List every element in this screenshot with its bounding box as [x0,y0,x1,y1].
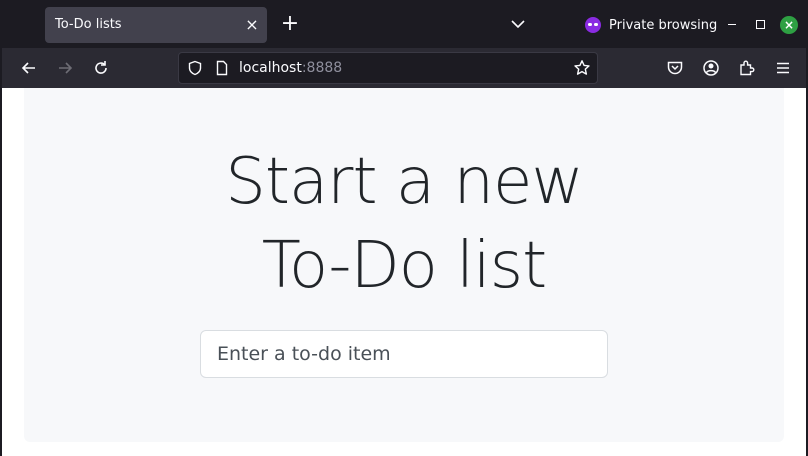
page-content: Start a new To-Do list [2,88,806,456]
extensions-button[interactable] [733,54,761,82]
minimize-icon[interactable] [728,24,736,25]
page-info-icon[interactable] [214,60,230,76]
browser-window: To-Do lists × + Private browsing × local… [0,0,808,456]
hero-panel: Start a new To-Do list [24,88,784,442]
account-icon [703,60,719,76]
navigation-toolbar: localhost:8888 [2,48,806,88]
page-heading: Start a new To-Do list [24,140,784,308]
heading-line-2: To-Do list [261,229,547,303]
list-all-tabs-icon[interactable] [508,14,528,34]
back-arrow-icon [21,62,35,74]
private-mask-icon [585,17,601,33]
forward-arrow-icon [59,62,73,74]
heading-line-1: Start a new [225,145,584,219]
private-browsing-label: Private browsing [609,17,718,33]
reload-icon [95,61,107,74]
url-host: localhost [239,60,302,76]
pocket-button[interactable] [661,54,689,82]
reload-button[interactable] [87,54,115,82]
todo-item-input[interactable] [200,330,608,378]
address-bar[interactable]: localhost:8888 [178,52,598,84]
url-text[interactable]: localhost:8888 [239,60,342,76]
account-button[interactable] [697,54,725,82]
puzzle-piece-icon [740,60,755,76]
tab-title: To-Do lists [55,17,122,32]
back-button[interactable] [15,54,43,82]
pocket-icon [667,61,683,75]
maximize-icon[interactable] [756,20,765,29]
tab-strip: To-Do lists × + Private browsing × [2,0,806,48]
tab-close-icon[interactable]: × [243,16,261,34]
forward-button[interactable] [51,54,79,82]
private-browsing-indicator: Private browsing [585,15,717,35]
url-port: :8888 [301,60,343,76]
window-close-icon[interactable]: × [780,16,798,34]
menu-button[interactable] [769,54,797,82]
tracking-protection-shield-icon[interactable] [187,60,203,76]
new-tab-button[interactable]: + [278,12,302,36]
hamburger-menu-icon [777,62,789,74]
tab-todo-lists[interactable]: To-Do lists × [45,7,267,43]
bookmark-star-icon[interactable] [573,59,591,77]
